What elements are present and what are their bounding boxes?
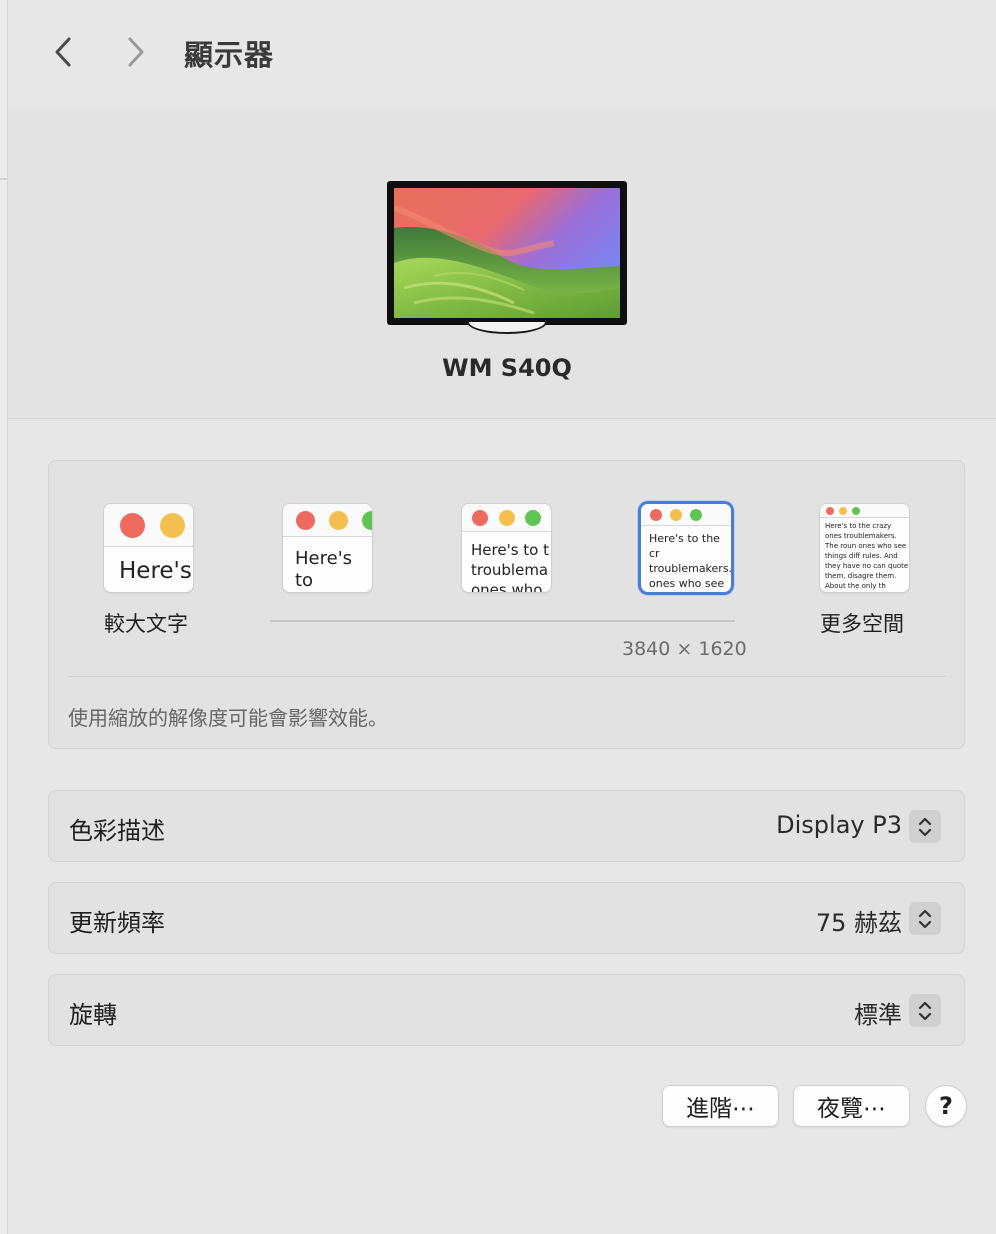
display-name: WM S40Q <box>442 354 572 382</box>
up-down-chevron-icon <box>918 817 932 836</box>
sample-text: Here's <box>119 558 192 584</box>
window-title-bar <box>641 504 731 526</box>
forward-button[interactable] <box>118 32 154 72</box>
window-title-bar <box>104 504 193 547</box>
minimize-dot-icon <box>839 507 847 515</box>
sample-text: Here's to the cr troublemakers. ones who… <box>649 532 731 590</box>
larger-text-label: 較大文字 <box>104 612 188 636</box>
monitor-icon[interactable] <box>387 181 627 325</box>
up-down-chevron-icon <box>918 909 932 928</box>
more-space-label: 更多空間 <box>820 612 904 636</box>
sample-text: Here's to t troublema ones who <box>471 541 549 592</box>
zoom-dot-icon <box>362 511 372 530</box>
color-profile-value[interactable]: Display P3 <box>776 811 902 839</box>
resolution-option-4-selected[interactable]: Here's to the cr troublemakers. ones who… <box>641 504 731 592</box>
rotation-row[interactable]: 旋轉 標準 <box>48 974 965 1046</box>
resolution-value: 3840 × 1620 <box>622 638 747 660</box>
up-down-chevron-icon <box>918 1001 932 1020</box>
zoom-dot-icon <box>690 509 702 521</box>
window-title-bar <box>462 504 551 532</box>
window-title-bar <box>283 504 372 537</box>
refresh-rate-row[interactable]: 更新頻率 75 赫茲 <box>48 882 965 954</box>
advanced-button[interactable]: 進階⋯ <box>663 1086 778 1126</box>
page-title: 顯示器 <box>184 38 275 72</box>
window-title-bar <box>820 504 909 518</box>
color-profile-label: 色彩描述 <box>69 817 165 845</box>
chevron-left-icon <box>55 37 71 67</box>
zoom-dot-icon <box>525 510 541 526</box>
close-dot-icon <box>650 509 662 521</box>
resolution-option-2[interactable]: Here's to troublem <box>283 504 372 592</box>
refresh-rate-value[interactable]: 75 赫茲 <box>816 903 902 938</box>
sidebar-divider <box>0 178 7 180</box>
color-profile-row[interactable]: 色彩描述 Display P3 <box>48 790 965 862</box>
rotation-popup-button[interactable] <box>909 994 941 1027</box>
resolution-slider-track[interactable] <box>270 620 735 622</box>
resolution-option-more-space[interactable]: Here's to the crazy ones troublemakers. … <box>820 504 909 592</box>
sidebar-edge <box>0 0 8 1234</box>
resolution-option-larger-text[interactable]: Here's <box>104 504 193 592</box>
chevron-right-icon <box>128 37 144 67</box>
sample-text: Here's to troublem <box>295 548 353 591</box>
color-profile-popup-button[interactable] <box>909 810 941 843</box>
help-button[interactable]: ? <box>926 1086 966 1126</box>
night-shift-button[interactable]: 夜覽⋯ <box>794 1086 909 1126</box>
performance-note: 使用縮放的解像度可能會影響效能。 <box>68 706 388 730</box>
zoom-dot-icon <box>852 507 860 515</box>
refresh-rate-label: 更新頻率 <box>69 909 165 937</box>
close-dot-icon <box>472 510 488 526</box>
minimize-dot-icon <box>160 513 185 538</box>
back-button[interactable] <box>45 32 81 72</box>
rotation-value[interactable]: 標準 <box>854 995 902 1030</box>
toolbar: 顯示器 <box>8 0 996 108</box>
minimize-dot-icon <box>670 509 682 521</box>
divider <box>68 676 946 677</box>
rotation-label: 旋轉 <box>69 1001 117 1029</box>
resolution-option-3[interactable]: Here's to t troublema ones who <box>462 504 551 592</box>
close-dot-icon <box>296 511 315 530</box>
close-dot-icon <box>826 507 834 515</box>
minimize-dot-icon <box>499 510 515 526</box>
refresh-rate-popup-button[interactable] <box>909 902 941 935</box>
sample-text: Here's to the crazy ones troublemakers. … <box>825 522 909 590</box>
minimize-dot-icon <box>329 511 348 530</box>
close-dot-icon <box>120 513 145 538</box>
wallpaper-image <box>394 188 620 318</box>
